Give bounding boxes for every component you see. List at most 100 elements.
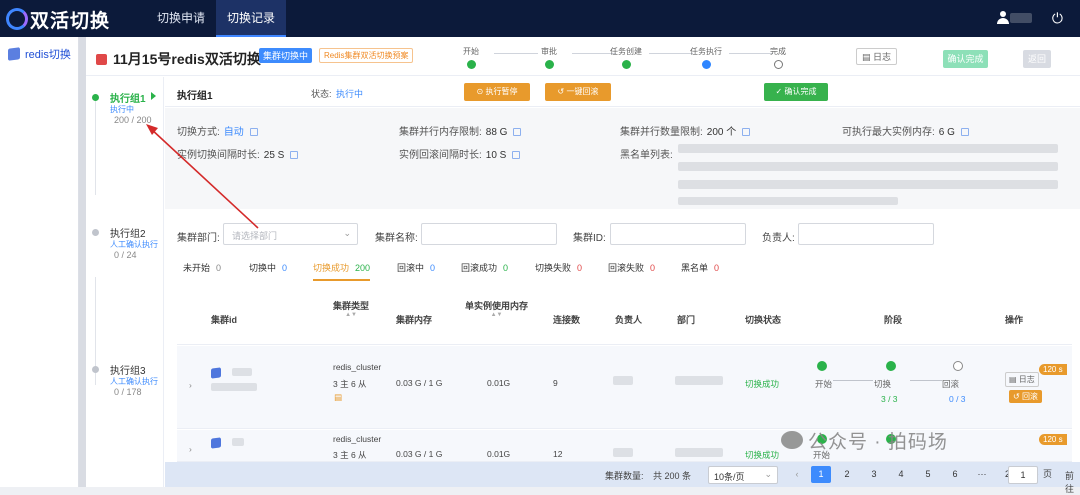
cluster-id-redacted [232, 368, 252, 376]
owner-input[interactable] [798, 223, 934, 245]
sort-icon: ▲▼ [490, 312, 503, 318]
status-tabs: 未开始 0 切换中 0 切换成功 200 回滚中 0 回滚成功 0 切换失败 0 回滚失败 0… [165, 255, 1080, 281]
owner-redacted [613, 448, 633, 457]
tab-switching[interactable]: 切换中 0 [249, 261, 287, 274]
group-item-2[interactable]: 执行组2 人工确认执行 0 / 24 [86, 225, 164, 265]
sidebar-item-redis-switch[interactable]: redis切换 [8, 46, 71, 62]
prev-page-button[interactable]: ‹ [787, 466, 807, 483]
tab-switch-records[interactable]: 切换记录 [216, 0, 287, 37]
sort-icon: ▲▼ [345, 312, 357, 318]
group-name: 执行组1 [110, 94, 146, 105]
edit-icon[interactable] [512, 151, 521, 160]
blacklist-redacted [678, 144, 1058, 153]
top-nav: 切换申请 切换记录 [146, 0, 287, 37]
rollback-progress: 0 / 3 [949, 394, 966, 404]
edit-icon[interactable] [742, 128, 751, 137]
tab-rollback-failed[interactable]: 回滚失败 0 [608, 261, 655, 274]
user-name-redacted[interactable] [1010, 13, 1032, 23]
tab-not-started[interactable]: 未开始 0 [183, 261, 221, 274]
row-rollback-button[interactable]: ↺ 回滚 [1009, 390, 1042, 403]
check-icon [817, 361, 827, 371]
edit-icon[interactable] [960, 128, 969, 137]
chevron-down-icon: ⌄ [343, 228, 351, 238]
page-ellipsis[interactable]: ··· [972, 466, 992, 483]
goto-page-input[interactable]: 1 [1008, 466, 1038, 484]
group-status: 人工确认执行 [110, 377, 158, 386]
app-logo[interactable]: 双活切换 [6, 6, 110, 32]
tab-switch-failed[interactable]: 切换失败 0 [535, 261, 582, 274]
edit-icon[interactable] [513, 128, 522, 137]
step-done: 完成 [753, 46, 803, 69]
check-icon [886, 361, 896, 371]
page-2[interactable]: 2 [837, 466, 857, 483]
total-count: 共 200 条 [653, 471, 692, 481]
step-task-run: 任务执行 [681, 46, 731, 69]
row-log-button[interactable]: ▤ 日志 [1005, 372, 1039, 387]
step-task-create: 任务创建 [601, 46, 651, 69]
log-button[interactable]: ▤ 日志 [856, 48, 898, 65]
expand-chevron-icon[interactable]: › [189, 444, 192, 454]
tab-switch-request[interactable]: 切换申请 [146, 0, 216, 37]
edit-icon[interactable] [249, 128, 258, 137]
clock-icon [953, 361, 963, 371]
page-6[interactable]: 6 [945, 466, 965, 483]
config-mem-limit: 集群并行内存限制: 88 G [399, 123, 522, 138]
config-max-mem: 可执行最大实例内存: 6 G [842, 123, 969, 138]
cell-memory: 0.03 G / 1 G [396, 378, 443, 388]
check-icon [621, 60, 631, 69]
col-department: 部门 [677, 315, 696, 325]
group-item-3[interactable]: 执行组3 人工确认执行 0 / 178 [86, 362, 164, 402]
cell-memory: 0.03 G / 1 G [396, 449, 443, 459]
department-redacted [675, 448, 723, 457]
page-5[interactable]: 5 [918, 466, 938, 483]
table-header: 集群id 集群类型 ▲▼ 集群内存 单实例使用内存 ▲▼ 连接数 负责人 部门 切换… [177, 289, 1072, 345]
page-4[interactable]: 4 [891, 466, 911, 483]
tab-rollback-success[interactable]: 回滚成功 0 [461, 261, 508, 274]
back-button[interactable]: 返回 [1023, 50, 1051, 68]
pause-button[interactable]: ⊙ 执行暂停 [464, 83, 530, 101]
tab-blacklist[interactable]: 黑名单 0 [681, 261, 719, 274]
id-filter-label: 集群ID: [573, 233, 606, 244]
rollback-all-button[interactable]: ↺ 一键回滚 [545, 83, 611, 101]
group-count: 200 / 200 [114, 115, 152, 125]
col-cluster-type[interactable]: 集群类型 ▲▼ [333, 299, 369, 318]
page-3[interactable]: 3 [864, 466, 884, 483]
confirm-complete-button[interactable]: 确认完成 [943, 50, 988, 68]
expand-chevron-icon[interactable]: › [189, 380, 192, 390]
cluster-name-input[interactable] [421, 223, 557, 245]
group-confirm-button[interactable]: ✓ 确认完成 [764, 83, 828, 101]
cell-type: redis_cluster [333, 362, 382, 372]
page-size-select[interactable]: 10条/页 ⌄ [708, 466, 778, 484]
page-1[interactable]: 1 [811, 466, 831, 483]
watermark: 公众号 · 拍码场 [808, 432, 948, 453]
table-row[interactable]: › redis_cluster 3 主 6 从 ▤ 0.03 G / 1 G 0… [177, 346, 1072, 429]
config-panel: 切换方式: 自动 集群并行内存限制: 88 G 集群并行数量限制: 200 个 可执行… [165, 108, 1080, 209]
user-icon[interactable] [996, 11, 1010, 25]
tab-rolling-back[interactable]: 回滚中 0 [397, 261, 435, 274]
group-status: 人工确认执行 [110, 240, 158, 249]
blacklist-redacted [678, 197, 898, 205]
cluster-id-input[interactable] [610, 223, 746, 245]
check-icon [544, 60, 554, 69]
col-instance-memory[interactable]: 单实例使用内存 ▲▼ [465, 299, 528, 318]
total-label: 集群数量: [605, 471, 644, 481]
caret-right-icon [151, 92, 156, 100]
edit-icon[interactable] [290, 151, 299, 160]
cell-connections: 9 [553, 378, 558, 388]
col-cluster-id[interactable]: 集群id [211, 313, 237, 326]
tab-switch-success[interactable]: 切换成功 200 [313, 261, 371, 281]
owner-filter-label: 负责人: [762, 233, 795, 244]
col-actions: 操作 [1005, 315, 1024, 325]
chevron-down-icon: ⌄ [764, 469, 772, 479]
edit-icon[interactable]: ▤ [334, 392, 342, 403]
col-memory: 集群内存 [396, 315, 433, 325]
clock-icon [773, 60, 783, 69]
blacklist-redacted [678, 162, 1058, 171]
group-item-1[interactable]: 执行组1 执行中 200 / 200 [86, 90, 164, 130]
cluster-id-redacted [232, 438, 244, 446]
left-sidebar: redis切换 [0, 37, 79, 487]
page-title: 11月15号redis双活切换 [96, 49, 261, 69]
dept-select[interactable]: 请选择部门 ⌄ [223, 223, 358, 245]
wechat-icon [781, 431, 803, 449]
logout-icon[interactable]: ⏻ [1052, 10, 1063, 27]
